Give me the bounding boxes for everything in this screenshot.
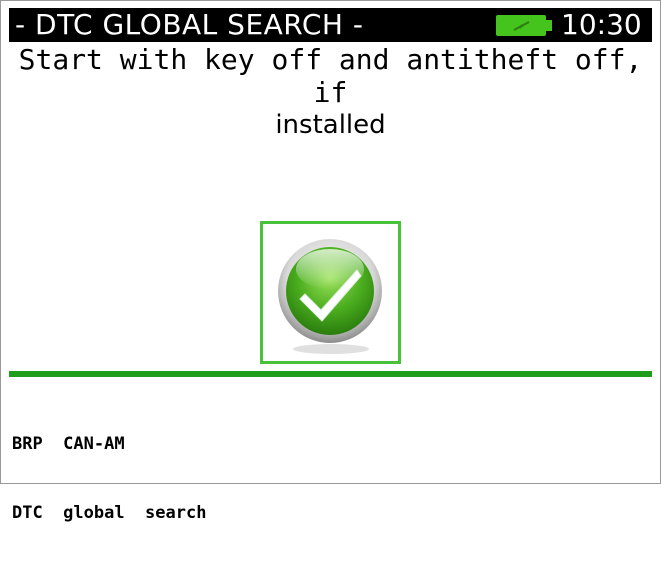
confirm-button[interactable] — [260, 221, 401, 364]
battery-charging-icon — [496, 15, 554, 36]
title-bar: - DTC GLOBAL SEARCH - 10:30 — [9, 8, 652, 42]
separator-bar — [9, 371, 652, 377]
footer-line-2: DTC global search — [12, 503, 207, 523]
footer-line-1: BRP CAN-AM — [12, 434, 125, 454]
footer-info: BRP CAN-AM DTC global search — [12, 387, 206, 571]
instruction-line-2: installed — [275, 110, 386, 140]
clock-time: 10:30 — [561, 8, 642, 41]
screen-title: - DTC GLOBAL SEARCH - — [15, 8, 364, 41]
checkmark-icon — [278, 239, 382, 354]
instruction-line-1: Start with key off and antitheft off, if — [18, 43, 643, 109]
device-screen: - DTC GLOBAL SEARCH - 10:30 Start with k… — [0, 0, 661, 523]
instruction-text: Start with key off and antitheft off, if… — [9, 43, 652, 142]
